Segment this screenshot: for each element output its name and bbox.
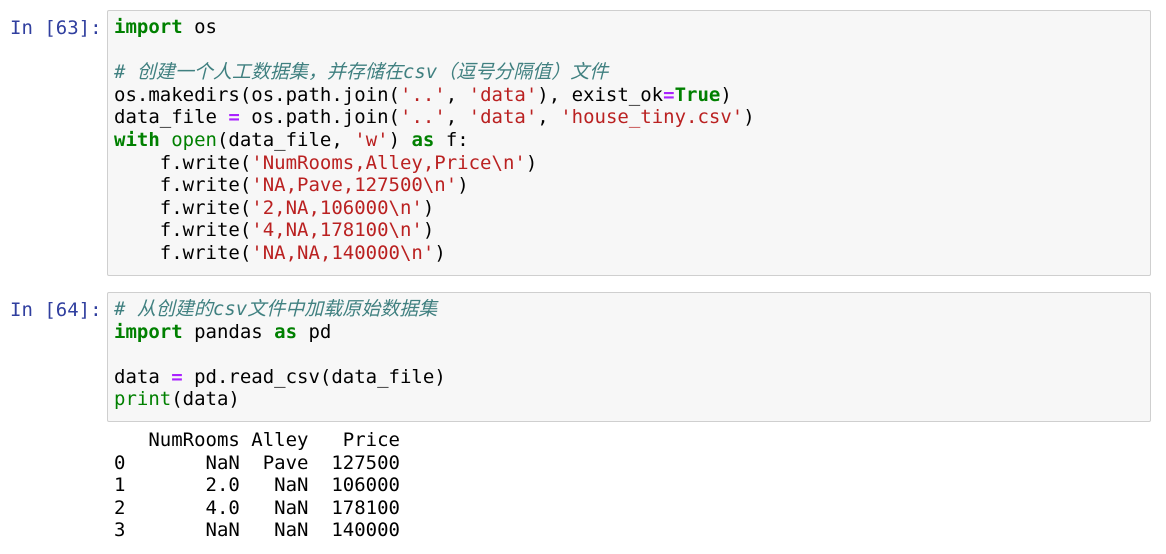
output-line: 0 NaN Pave 127500	[114, 451, 400, 474]
code-token: (data)	[171, 388, 240, 411]
code-token: )	[457, 174, 469, 197]
code-line: print(data)	[114, 388, 1150, 411]
code-input-area[interactable]: # 从创建的csv文件中加载原始数据集 import pandas as pd da…	[107, 292, 1151, 422]
code-token: os.path.join(	[239, 106, 400, 129]
code-token: pd	[297, 320, 332, 343]
code-token: as	[274, 320, 298, 343]
code-token: data	[114, 365, 172, 388]
code-token: f.write(	[114, 151, 252, 174]
code-token: )	[743, 106, 755, 129]
code-token: ), exist_ok	[537, 83, 664, 106]
output-line: NumRooms Alley Price	[114, 429, 400, 451]
code-token: '4,NA,178100\n'	[251, 219, 423, 242]
input-prompt: In [63]:	[10, 17, 102, 39]
code-token: f:	[434, 128, 469, 151]
code-line: data = pd.read_csv(data_file)	[114, 366, 1150, 389]
code-token: '..'	[399, 83, 446, 106]
code-token: # 创建一个人工数据集，并存储在csv（逗号分隔值）文件	[114, 61, 609, 84]
code-token: )	[422, 219, 435, 242]
code-token: print	[114, 388, 172, 411]
code-line: f.write('2,NA,106000\n')	[114, 197, 1150, 220]
code-token: ,	[537, 106, 561, 129]
code-token: )	[720, 83, 732, 106]
code-token: import	[114, 320, 183, 343]
code-token: import	[114, 16, 183, 38]
output-line: 2 4.0 NaN 178100	[114, 496, 400, 519]
code-line: f.write('4,NA,178100\n')	[114, 219, 1150, 242]
code-line: import pandas as pd	[114, 321, 1150, 344]
code-token: f.write(	[114, 241, 252, 264]
code-token: 'data'	[468, 106, 538, 129]
code-token: 'data'	[468, 83, 538, 106]
code-token: '2,NA,106000\n'	[251, 196, 423, 219]
code-token: 'NA,Pave,127500\n'	[251, 174, 458, 197]
output-line: 3 NaN NaN 140000	[114, 519, 400, 542]
code-token: =	[663, 83, 675, 106]
code-token: )	[434, 241, 446, 264]
code-token: '..'	[400, 106, 446, 129]
code-token: ,	[445, 106, 469, 129]
code-token: pd.read_csv(data_file)	[182, 365, 446, 388]
code-line: f.write('NA,Pave,127500\n')	[114, 174, 1150, 197]
code-token: (data_file,	[216, 128, 355, 151]
code-token: os	[182, 16, 217, 38]
code-token: 'house_tiny.csv'	[560, 106, 744, 129]
code-token: 'NA,NA,140000\n'	[251, 241, 435, 264]
cell-output: NumRooms Alley Price 0 NaN Pave 127500 1 2…	[114, 429, 400, 542]
code-token: f.write(	[114, 174, 252, 197]
code-token: with	[114, 128, 160, 151]
code-token: =	[171, 365, 183, 388]
code-token: =	[228, 106, 240, 129]
output-line: 1 2.0 NaN 106000	[114, 474, 400, 497]
code-token: 'w'	[354, 128, 389, 151]
code-token: # 从创建的csv文件中加载原始数据集	[114, 298, 438, 320]
code-token: )	[525, 151, 538, 174]
code-line: import os	[114, 16, 1150, 39]
code-token: )	[422, 196, 435, 219]
code-input-area[interactable]: import os # 创建一个人工数据集，并存储在csv（逗号分隔值）文件 os.…	[107, 10, 1151, 276]
code-token: f.write(	[114, 219, 252, 242]
code-line: with open(data_file, 'w') as f:	[114, 129, 1150, 152]
code-token: True	[674, 83, 721, 106]
code-token: data_file	[114, 106, 229, 129]
code-line: os.makedirs(os.path.join('..', 'data'), …	[114, 84, 1150, 107]
code-line: # 创建一个人工数据集，并存储在csv（逗号分隔值）文件	[114, 61, 1150, 84]
code-token: pandas	[182, 320, 275, 343]
code-line: f.write('NA,NA,140000\n')	[114, 242, 1150, 265]
code-line: # 从创建的csv文件中加载原始数据集	[114, 298, 1150, 321]
code-token: )	[388, 128, 412, 151]
code-token: 'NumRooms,Alley,Price\n'	[251, 151, 526, 174]
code-line: data_file = os.path.join('..', 'data', '…	[114, 106, 1150, 129]
code-token: ,	[445, 83, 469, 106]
code-token: f.write(	[114, 196, 252, 219]
input-prompt: In [64]:	[10, 299, 102, 321]
code-line: f.write('NumRooms,Alley,Price\n')	[114, 152, 1150, 175]
code-token: as	[411, 128, 435, 151]
code-token: open	[171, 128, 217, 151]
code-token: os.makedirs(os.path.join(	[114, 83, 400, 106]
